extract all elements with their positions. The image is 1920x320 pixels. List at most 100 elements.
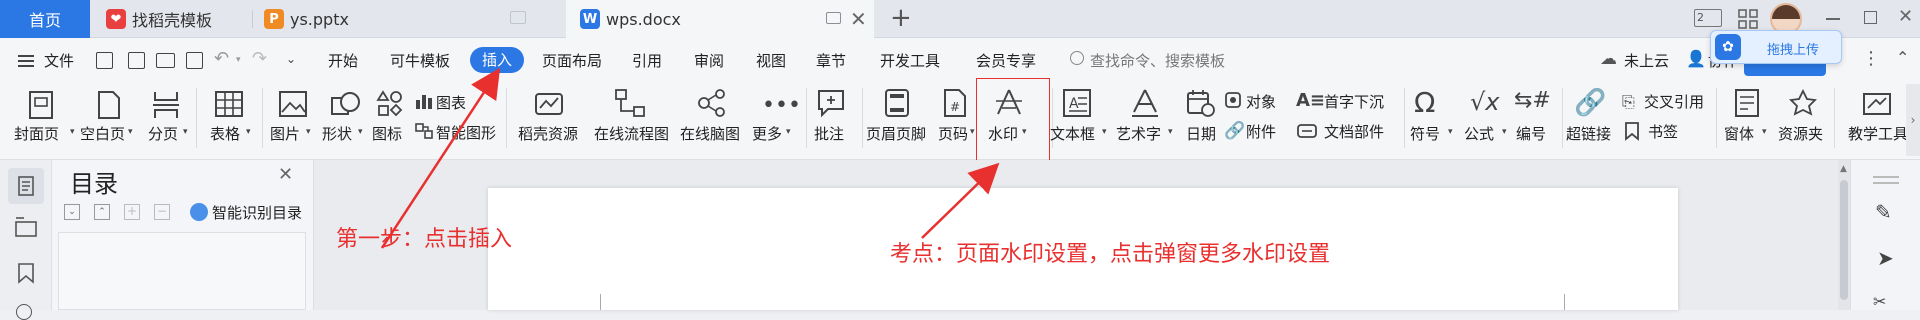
comment-button[interactable]: 批注 xyxy=(814,123,844,144)
new-tab-icon[interactable]: + xyxy=(890,3,912,33)
tab-daoke[interactable]: ❤ 找稻壳模板 xyxy=(90,0,250,38)
tab-ys-pptx[interactable]: P ys.pptx xyxy=(262,0,562,38)
tab-bar: 首页 ❤ 找稻壳模板 P ys.pptx W wps.docx ✕ + 2 ✕ xyxy=(0,0,1920,38)
attachment-icon: 🔗 xyxy=(1224,121,1246,141)
bookmark-nav-icon[interactable] xyxy=(16,262,36,284)
docparts-button[interactable]: 文档部件 xyxy=(1324,121,1384,142)
scroll-up-icon[interactable]: ▲ xyxy=(1840,164,1847,174)
remove-level-icon[interactable]: − xyxy=(154,204,170,220)
save-as-icon[interactable] xyxy=(128,52,145,69)
page-break-button[interactable]: 分页 xyxy=(148,123,178,144)
save-icon[interactable] xyxy=(96,52,113,69)
expand-all-icon[interactable]: ⌃ xyxy=(94,204,110,220)
mindmap-button[interactable]: 在线脑图 xyxy=(680,123,740,144)
page-number-button[interactable]: 页码 xyxy=(938,123,968,144)
more-tools-icon[interactable]: ✂ xyxy=(1873,292,1886,311)
apps-grid-icon[interactable] xyxy=(1738,9,1758,29)
add-level-icon[interactable]: + xyxy=(124,204,140,220)
hamburger-icon[interactable] xyxy=(18,54,34,68)
smart-toc-button[interactable]: 智能识别目录 xyxy=(212,202,302,223)
attachment-button[interactable]: 附件 xyxy=(1246,121,1276,142)
menu-reference[interactable]: 引用 xyxy=(632,50,662,72)
smartart-button[interactable]: 智能图形 xyxy=(436,122,496,143)
collapse-all-icon[interactable]: ⌄ xyxy=(64,204,80,220)
menu-insert[interactable]: 插入 xyxy=(470,47,524,73)
formula-button[interactable]: 公式 xyxy=(1464,123,1494,144)
window-mini-icon[interactable] xyxy=(826,12,841,24)
bookmark-button[interactable]: 书签 xyxy=(1648,121,1678,142)
flowchart-button[interactable]: 在线流程图 xyxy=(594,123,669,144)
chart-button[interactable]: 图表 xyxy=(436,92,466,113)
scroll-thumb[interactable] xyxy=(1840,180,1848,300)
menu-devtools[interactable]: 开发工具 xyxy=(880,50,940,72)
menu-view[interactable]: 视图 xyxy=(756,50,786,72)
quick-access-dropdown-icon[interactable]: ⌄ xyxy=(286,52,296,66)
numbering-button[interactable]: 编号 xyxy=(1516,123,1546,144)
textbox-button[interactable]: 文本框 xyxy=(1050,123,1095,144)
chevron-down-icon: ▾ xyxy=(358,127,363,137)
cloud-status[interactable]: 未上云 xyxy=(1624,50,1669,72)
teaching-tool-button[interactable]: 教学工具 xyxy=(1848,123,1908,144)
menu-start[interactable]: 开始 xyxy=(328,50,358,72)
tab-wps-docx[interactable]: W wps.docx ✕ xyxy=(566,0,874,38)
cursor-select-icon[interactable]: ➤ xyxy=(1877,246,1894,270)
watermark-button[interactable]: 水印 xyxy=(988,123,1018,144)
collapse-ribbon-icon[interactable]: ⌃ xyxy=(1896,48,1909,67)
edit-pen-icon[interactable]: ✎ xyxy=(1875,200,1892,224)
menu-review[interactable]: 审阅 xyxy=(694,50,724,72)
close-tab-icon[interactable]: ✕ xyxy=(850,7,867,31)
vertical-scrollbar[interactable]: ▲ xyxy=(1838,160,1850,310)
shape-button[interactable]: 形状 xyxy=(322,123,352,144)
header-footer-button[interactable]: 页眉页脚 xyxy=(866,123,926,144)
resource-folder-icon xyxy=(1788,88,1818,118)
window-form-button[interactable]: 窗体 xyxy=(1724,123,1754,144)
ribbon-scroll-right-icon[interactable]: › xyxy=(1906,84,1920,156)
crossref-icon: ⎘ xyxy=(1622,92,1635,111)
undo-icon[interactable]: ↶ xyxy=(214,48,229,69)
cover-page-button[interactable]: 封面页 xyxy=(14,123,59,144)
chevron-down-icon: ▾ xyxy=(1762,127,1767,137)
upload-popup[interactable]: ✿ 拖拽上传 xyxy=(1710,30,1842,64)
menu-vip[interactable]: 会员专享 xyxy=(976,50,1036,72)
menu-file[interactable]: 文件 xyxy=(44,50,74,72)
search-input[interactable]: 查找命令、搜索模板 xyxy=(1090,50,1225,72)
resource-folder-button[interactable]: 资源夹 xyxy=(1778,123,1823,144)
icon-library-button[interactable]: 图标 xyxy=(372,123,402,144)
more-button[interactable]: 更多 xyxy=(752,123,782,144)
crossref-button[interactable]: 交叉引用 xyxy=(1644,91,1704,112)
daoke-resource-button[interactable]: 稻壳资源 xyxy=(518,123,578,144)
undo-dropdown-icon[interactable]: ▾ xyxy=(236,55,241,65)
object-button[interactable]: 对象 xyxy=(1246,91,1276,112)
tab-home[interactable]: 首页 xyxy=(0,0,90,38)
wordart-button[interactable]: 艺术字 xyxy=(1116,123,1161,144)
search-nav-icon[interactable] xyxy=(16,304,32,320)
page-break-icon xyxy=(152,90,180,120)
close-icon[interactable]: ✕ xyxy=(278,164,293,185)
close-window-icon[interactable]: ✕ xyxy=(1898,6,1913,27)
print-icon[interactable] xyxy=(156,53,175,68)
symbol-button[interactable]: 符号 xyxy=(1410,123,1440,144)
hyperlink-button[interactable]: 超链接 xyxy=(1566,123,1611,144)
toc-nav-icon[interactable] xyxy=(8,168,44,204)
menu-keniu[interactable]: 可牛模板 xyxy=(390,50,450,72)
menu-insert-label: 插入 xyxy=(481,51,512,69)
page-number-icon: # xyxy=(942,88,968,118)
picture-icon xyxy=(278,90,308,118)
restore-icon[interactable] xyxy=(1864,11,1877,24)
menu-chapter[interactable]: 章节 xyxy=(816,50,846,72)
redo-icon[interactable]: ↷ xyxy=(252,48,267,69)
more-menu-icon[interactable]: ⋮ xyxy=(1862,48,1880,69)
menu-page-layout[interactable]: 页面布局 xyxy=(542,50,602,72)
chapter-nav-icon[interactable] xyxy=(14,216,38,238)
upload-icon: ✿ xyxy=(1715,34,1741,60)
smart-toc-icon xyxy=(190,203,208,221)
layout-toggle-icon[interactable]: 2 xyxy=(1694,9,1722,27)
blank-page-button[interactable]: 空白页 xyxy=(80,123,125,144)
picture-button[interactable]: 图片 xyxy=(270,123,300,144)
date-button[interactable]: 日期 xyxy=(1186,123,1216,144)
minimize-icon[interactable] xyxy=(1826,18,1840,20)
print-preview-icon[interactable] xyxy=(186,52,203,69)
dropcap-button[interactable]: 首字下沉 xyxy=(1324,91,1384,112)
window-mini-icon[interactable] xyxy=(510,11,526,24)
table-button[interactable]: 表格 xyxy=(210,123,240,144)
